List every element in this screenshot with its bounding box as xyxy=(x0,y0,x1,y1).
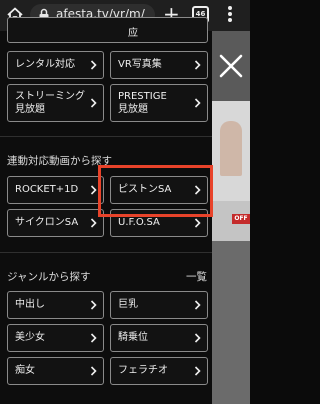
button-label: サイクロンSA xyxy=(15,217,79,228)
streaming-button[interactable]: ストリーミング 見放題 xyxy=(7,84,104,122)
chevron-right-icon xyxy=(90,218,97,228)
chevron-right-icon xyxy=(194,333,201,343)
view-all-link[interactable]: 一覧 xyxy=(186,269,207,284)
chevron-right-icon xyxy=(90,366,97,376)
chevron-right-icon xyxy=(194,218,201,228)
partial-button[interactable]: 应 xyxy=(7,17,208,43)
section-title-linked: 連動対応動画から探す xyxy=(7,155,112,167)
rental-button[interactable]: レンタル対応 xyxy=(7,51,104,79)
divider xyxy=(0,136,212,137)
button-label: PRESTIGE 見放題 xyxy=(118,90,167,116)
vr-photobook-button[interactable]: VR写真集 xyxy=(110,51,208,79)
button-label: ROCKET+1D xyxy=(15,184,79,195)
label-line: 見放題 xyxy=(118,104,148,115)
button-label: 巨乳 xyxy=(118,299,138,310)
status-badge: OFF xyxy=(232,214,250,224)
background-page: OFF xyxy=(212,31,250,404)
label-line: PRESTIGE xyxy=(118,91,167,102)
button-label: レンタル対応 xyxy=(15,59,75,70)
button-label: ストリーミング 見放題 xyxy=(15,90,85,116)
button-label: フェラチオ xyxy=(118,365,168,376)
section-title-genre: ジャンルから探す xyxy=(7,271,91,283)
genre-button-beautiful-girl[interactable]: 美少女 xyxy=(7,324,104,352)
close-icon[interactable] xyxy=(218,53,244,79)
genre-button-fellatio[interactable]: フェラチオ xyxy=(110,357,208,385)
label-line: 見放題 xyxy=(15,104,45,115)
genre-button-busty[interactable]: 巨乳 xyxy=(110,291,208,319)
partial-label: 应 xyxy=(128,28,138,39)
cyclone-button[interactable]: サイクロンSA xyxy=(7,209,104,237)
chevron-right-icon xyxy=(194,60,201,70)
button-label: VR写真集 xyxy=(118,59,162,70)
genre-button-slut[interactable]: 痴女 xyxy=(7,357,104,385)
genre-button-cowgirl[interactable]: 騎乗位 xyxy=(110,324,208,352)
chevron-right-icon xyxy=(90,300,97,310)
chevron-right-icon xyxy=(90,333,97,343)
highlight-box xyxy=(98,165,213,217)
thumbnail-image xyxy=(212,101,250,201)
prestige-button[interactable]: PRESTIGE 見放題 xyxy=(110,84,208,122)
genre-button-creampie[interactable]: 中出し xyxy=(7,291,104,319)
thumbnail-image xyxy=(212,241,250,404)
menu-icon[interactable] xyxy=(226,5,234,25)
divider xyxy=(0,252,212,253)
chevron-right-icon xyxy=(194,366,201,376)
chevron-right-icon xyxy=(90,98,97,108)
button-label: 中出し xyxy=(15,299,45,310)
button-label: 美少女 xyxy=(15,332,45,343)
rocket-button[interactable]: ROCKET+1D xyxy=(7,176,104,204)
side-drawer: 应 レンタル対応 VR写真集 ストリーミング 見放題 PRESTIGE 見放題 … xyxy=(0,17,213,404)
button-label: U.F.O.SA xyxy=(118,217,160,228)
button-label: 痴女 xyxy=(15,365,35,376)
chevron-right-icon xyxy=(90,60,97,70)
button-label: 騎乗位 xyxy=(118,332,148,343)
label-line: ストリーミング xyxy=(15,91,85,102)
chevron-right-icon xyxy=(194,300,201,310)
chevron-right-icon xyxy=(90,185,97,195)
chevron-right-icon xyxy=(194,98,201,108)
